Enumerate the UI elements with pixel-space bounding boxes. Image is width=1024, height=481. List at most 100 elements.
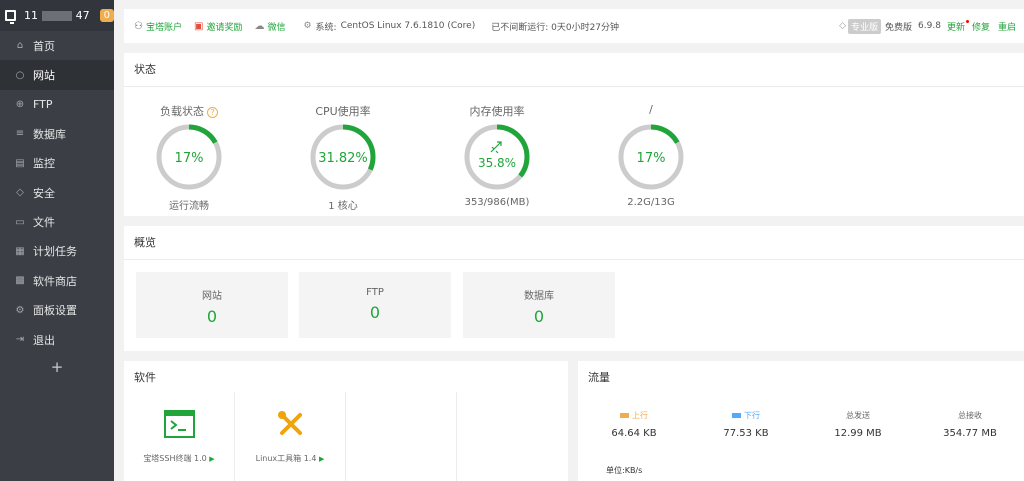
overview-card-database[interactable]: 数据库 0: [463, 272, 615, 338]
nav-label: 计划任务: [33, 245, 77, 259]
repair-link[interactable]: 修复: [972, 20, 990, 33]
cpu-gauge[interactable]: CPU使用率 31.82% 1 核心: [278, 103, 408, 212]
nav-label: 面板设置: [33, 304, 77, 318]
gauge-value: 31.82%: [318, 151, 368, 166]
nav-ftp[interactable]: ⊕ FTP: [0, 90, 114, 119]
status-title: 状态: [124, 53, 1024, 87]
wechat-link[interactable]: ☁ 微信: [254, 20, 285, 33]
nav-label: 首页: [33, 39, 55, 53]
system-icon: ⚙: [303, 21, 312, 31]
database-icon: ≡: [15, 128, 25, 140]
nav-label: 软件商店: [33, 274, 77, 288]
software-item-toolbox[interactable]: Linux工具箱 1.4 ▶: [235, 392, 346, 481]
traffic-total-sent: 总发送 12.99 MB: [802, 410, 914, 439]
nav-website[interactable]: ○ 网站: [0, 60, 114, 90]
help-icon[interactable]: ?: [207, 107, 218, 118]
top-bar: ⚇ 宝塔账户 ▣ 邀请奖励 ☁ 微信 ⚙ 系统: CentOS Linux 7.6.181…: [124, 9, 1024, 43]
server-ip-suffix: 47: [75, 9, 90, 22]
uptime-text: 已不间断运行: 0天0小时27分钟: [491, 22, 620, 33]
play-icon[interactable]: ▶: [319, 455, 324, 463]
sidebar: 11 47 0 ⌂ 首页 ○ 网站 ⊕ FTP ≡ 数据库 ▤ 监控 ◇ 安全 ▭ 文件 ▦ 计…: [0, 0, 114, 481]
update-label: 更新: [946, 22, 965, 33]
disk-gauge[interactable]: / 17% 2.2G/13G: [586, 103, 716, 208]
diamond-icon: ◇: [839, 21, 847, 31]
memory-gauge[interactable]: 内存使用率 35.8% 353/986(MB): [432, 103, 562, 208]
nav-label: 监控: [33, 157, 55, 171]
software-slot-empty[interactable]: [346, 392, 457, 481]
software-panel: 软件 宝塔SSH终端 1.0 ▶ Linux工具箱 1.4 ▶: [124, 361, 568, 481]
overview-card-ftp[interactable]: FTP 0: [299, 272, 451, 338]
gauge-value: 35.8%: [478, 156, 516, 170]
software-name: Linux工具箱 1.4: [255, 454, 317, 463]
card-value[interactable]: 0: [463, 307, 615, 326]
nav-files[interactable]: ▭ 文件: [0, 207, 114, 236]
gauge-title: CPU使用率: [315, 105, 371, 118]
overview-card-website[interactable]: 网站 0: [136, 272, 288, 338]
message-badge[interactable]: 0: [99, 9, 114, 22]
update-link[interactable]: 更新: [946, 19, 969, 33]
traffic-title: 流量: [588, 371, 610, 384]
software-item-ssh[interactable]: 宝塔SSH终端 1.0 ▶: [124, 392, 235, 481]
nav-database[interactable]: ≡ 数据库: [0, 119, 114, 148]
stat-value: 12.99 MB: [834, 428, 882, 439]
stat-label: 下行: [744, 411, 760, 420]
gauge-value: 17%: [637, 151, 666, 166]
restart-link[interactable]: 重启: [998, 20, 1016, 33]
gauge-value: 17%: [175, 151, 204, 166]
globe-icon: ○: [15, 69, 25, 81]
load-gauge[interactable]: 负载状态? 17% 运行流畅: [124, 103, 254, 212]
user-icon: ⚇: [134, 20, 143, 32]
rocket-icon[interactable]: [490, 141, 502, 154]
traffic-download: 下行 77.53 KB: [690, 410, 802, 439]
nav-label: 退出: [33, 333, 55, 347]
server-ip-prefix: 11: [24, 9, 39, 22]
play-icon[interactable]: ▶: [209, 455, 214, 463]
nav-cron[interactable]: ▦ 计划任务: [0, 237, 114, 266]
nav-label: 安全: [33, 186, 55, 200]
overview-title: 概览: [124, 226, 1024, 260]
version-area: ◇ 专业版 免费版 6.9.8 更新 修复 重启: [839, 18, 1024, 34]
overview-panel: 概览 网站 0 FTP 0 数据库 0: [124, 226, 1024, 351]
terminal-icon: [164, 410, 195, 438]
gauge-sub: 2.2G/13G: [627, 197, 675, 208]
software-name: 宝塔SSH终端 1.0: [143, 454, 207, 463]
nav-security[interactable]: ◇ 安全: [0, 178, 114, 207]
card-value[interactable]: 0: [299, 303, 451, 322]
wechat-label: 微信: [267, 22, 286, 33]
account-label: 宝塔账户: [145, 22, 182, 33]
nav-monitor[interactable]: ▤ 监控: [0, 149, 114, 178]
pro-badge[interactable]: 专业版: [848, 18, 882, 34]
gauge-sub: 353/986(MB): [464, 197, 530, 208]
system-value: CentOS Linux 7.6.1810 (Core): [340, 21, 476, 31]
gift-icon: ▣: [193, 20, 204, 32]
stat-value: 77.53 KB: [723, 428, 769, 439]
card-label: 数据库: [524, 291, 554, 302]
traffic-upload: 上行 64.64 KB: [578, 410, 690, 439]
version-number: 6.9.8: [918, 21, 941, 31]
nav-logout[interactable]: ⇥ 退出: [0, 325, 114, 354]
gauge-sub: 运行流畅: [169, 201, 209, 212]
add-menu-button[interactable]: +: [0, 354, 114, 380]
wechat-icon: ☁: [254, 20, 265, 32]
nav-home[interactable]: ⌂ 首页: [0, 31, 114, 60]
nav-store[interactable]: ▩ 软件商店: [0, 266, 114, 295]
upload-legend-swatch: [620, 413, 629, 418]
status-panel: 状态 负载状态? 17% 运行流畅 CPU使用率 31.82% 1 核心 内存使…: [124, 53, 1024, 216]
software-title: 软件: [134, 371, 156, 384]
gauge-ring: 35.8%: [464, 124, 530, 190]
gauge-ring: 17%: [618, 124, 684, 190]
card-label: 网站: [202, 291, 222, 302]
nav-settings[interactable]: ⚙ 面板设置: [0, 296, 114, 325]
download-legend-swatch: [732, 413, 741, 418]
traffic-total-received: 总接收 354.77 MB: [914, 410, 1024, 439]
account-link[interactable]: ⚇ 宝塔账户: [134, 20, 182, 33]
invite-link[interactable]: ▣ 邀请奖励: [194, 20, 242, 33]
nav-label: 网站: [33, 69, 55, 83]
software-slot-empty[interactable]: [457, 392, 568, 481]
nav-label: 文件: [33, 216, 55, 230]
ftp-icon: ⊕: [15, 98, 25, 110]
stat-label: 上行: [632, 411, 648, 420]
card-value[interactable]: 0: [136, 307, 288, 326]
edition-label: 免费版: [885, 22, 913, 33]
nav-label: FTP: [33, 97, 53, 111]
